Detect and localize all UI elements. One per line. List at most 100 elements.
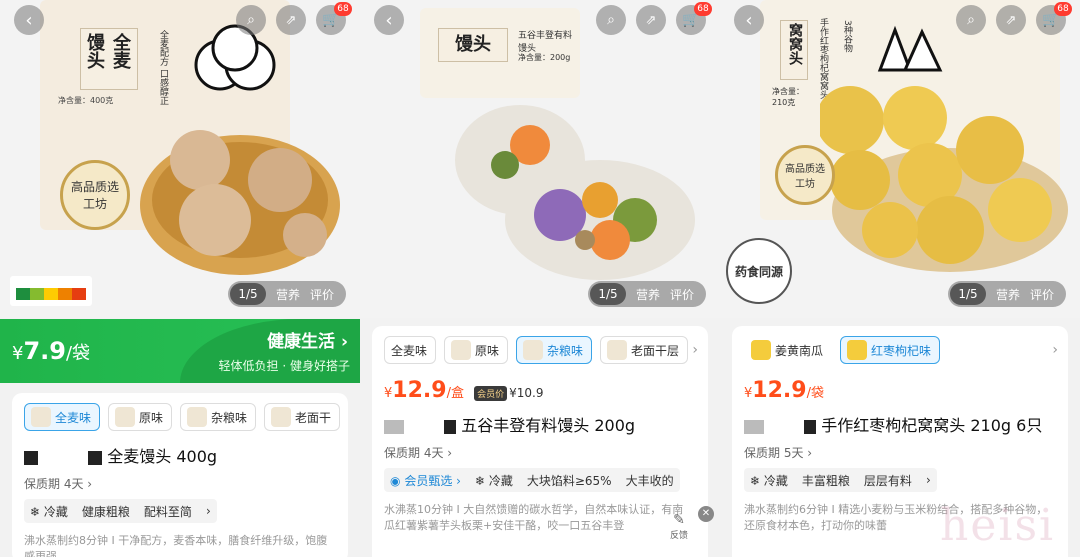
flavor-option[interactable]: 红枣枸杞味 [840, 336, 941, 364]
review-tab[interactable]: 评价 [670, 286, 694, 303]
product-title: 五谷丰登有料馒头 200g [384, 412, 635, 436]
package-title: 全麦馒头 [80, 28, 138, 90]
member-price: 会员价 ¥10.9 [474, 386, 543, 401]
snowflake-icon: ❄ [750, 473, 761, 488]
gallery-index: 1/5 [590, 283, 626, 305]
chevron-right-icon: › [447, 446, 453, 460]
flavor-thumb [523, 340, 544, 360]
product-panel-whole-wheat: 全麦馒头 全麦配方 口感醇正 净含量：400克 高品质选工坊 ‹ ⌕ ⇗ 🛒 6… [0, 0, 360, 557]
tag: 大丰收的 [625, 473, 674, 488]
redaction [744, 419, 764, 434]
flavor-option[interactable]: 原味 [444, 336, 509, 364]
redaction [444, 419, 457, 434]
flavor-option[interactable]: 老面干 [264, 403, 341, 431]
tag: 大块馅料≥65% [526, 473, 612, 488]
product-info-card: 全麦味 原味 杂粮味 老面干层 › ¥12.9/盒 会员价 ¥10.9 五谷丰登有… [372, 326, 708, 557]
flavor-option[interactable]: 老面干层 [600, 336, 689, 364]
flavor-thumb [847, 340, 868, 360]
product-panel-grain-bun: 馒头 五谷丰登有料馒头 净含量：200g ‹ ⌕ ⇗ 🛒 68 1/5 营养 评… [360, 0, 720, 557]
nutrition-tab[interactable]: 营养 [276, 286, 300, 303]
product-description: 沸水蒸制约8分钟 I 干净配方，麦香本味，膳食纤维升级，饱腹感更强 [24, 534, 328, 557]
feature-tags[interactable]: ◉ 会员甄选 › ❄ 冷藏 大块馅料≥65% 大丰收的 [384, 468, 680, 492]
shelf-life: 保质期 4天 › [24, 477, 93, 491]
watermark: heisi [940, 500, 1056, 551]
search-button[interactable]: ⌕ [236, 5, 266, 35]
package-note: 3种谷物 [842, 20, 852, 53]
chevron-left-icon: ‹ [385, 9, 393, 31]
chevron-right-icon[interactable]: › [692, 342, 698, 358]
back-button[interactable]: ‹ [374, 5, 404, 35]
feature-tags[interactable]: ❄ 冷藏 丰富粗粮 层层有料 › [744, 468, 937, 492]
nutrition-tab[interactable]: 营养 [996, 286, 1020, 303]
chevron-right-icon: › [807, 446, 813, 460]
share-button[interactable]: ⇗ [996, 5, 1026, 35]
search-button[interactable]: ⌕ [596, 5, 626, 35]
product-title: 手作红枣枸杞窝窝头 210g 6只 [744, 412, 1042, 436]
review-tab[interactable]: 评价 [310, 286, 334, 303]
gallery-pager[interactable]: 1/5 营养 评价 [228, 281, 346, 307]
pencil-icon: ✎ [673, 512, 685, 528]
product-info-card: 全麦味 原味 杂粮味 老面干 全麦馒头 400g 保质期 4天 › ❄ 冷藏 健… [12, 393, 348, 557]
chevron-left-icon: ‹ [25, 9, 33, 31]
back-button[interactable]: ‹ [14, 5, 44, 35]
cart-count-badge: 68 [334, 2, 352, 16]
flavor-thumb [751, 340, 771, 360]
review-tab[interactable]: 评价 [1030, 286, 1054, 303]
product-panel-wowotou: 窝窝头 手作红枣枸杞窝窝头 净含量：210克 3种谷物 高品质选工坊 药食同源 … [720, 0, 1080, 557]
close-feedback-icon[interactable]: ✕ [698, 506, 714, 522]
flavor-option[interactable]: 全麦味 [24, 403, 101, 431]
chevron-right-icon[interactable]: › [1052, 342, 1058, 358]
healthy-life-link[interactable]: 健康生活 › [267, 327, 348, 352]
package-title: 馒头 [438, 28, 508, 62]
member-icon: ◉ [390, 473, 401, 488]
flavor-option[interactable]: 全麦味 [384, 336, 437, 364]
price: ¥12.9/袋 [744, 378, 824, 403]
package-weight: 净含量：200g [518, 53, 571, 62]
feedback-button[interactable]: ✎ 反馈 [664, 512, 694, 541]
chevron-left-icon: ‹ [745, 9, 753, 31]
nutrition-tab[interactable]: 营养 [636, 286, 660, 303]
bun-cross-section-image [455, 105, 695, 280]
flavor-option[interactable]: 杂粮味 [180, 403, 257, 431]
snowflake-icon: ❄ [30, 504, 41, 519]
flavor-thumb [607, 340, 628, 360]
flavor-option[interactable]: 姜黄南瓜 [744, 336, 833, 364]
banner-subtitle: 轻体低负担 · 健身好搭子 [218, 359, 350, 373]
share-icon: ⇗ [285, 12, 297, 28]
snowflake-icon: ❄ [474, 473, 486, 488]
price: ¥7.9/袋 [12, 337, 91, 365]
tag: 丰富粗粮 [801, 473, 850, 488]
search-button[interactable]: ⌕ [956, 5, 986, 35]
gallery-pager[interactable]: 1/5 营养 评价 [948, 281, 1066, 307]
feature-tags[interactable]: ❄ 冷藏 健康粗粮 配料至简 › [24, 499, 217, 523]
medicine-food-stamp: 药食同源 [726, 238, 792, 304]
gallery-pager[interactable]: 1/5 营养 评价 [588, 281, 706, 307]
chevron-right-icon: › [87, 477, 93, 491]
flavor-option[interactable]: 原味 [108, 403, 173, 431]
nutri-score-badge [10, 276, 92, 306]
flavor-thumb [451, 340, 472, 360]
back-button[interactable]: ‹ [734, 5, 764, 35]
product-gallery[interactable]: 窝窝头 手作红枣枸杞窝窝头 净含量：210克 3种谷物 高品质选工坊 药食同源 … [720, 0, 1080, 318]
flavor-thumb [115, 407, 136, 427]
product-gallery[interactable]: 全麦馒头 全麦配方 口感醇正 净含量：400克 高品质选工坊 ‹ ⌕ ⇗ 🛒 6… [0, 0, 360, 318]
quality-seal: 高品质选工坊 [60, 160, 130, 230]
price-banner: ¥7.9/袋 健康生活 › 轻体低负担 · 健身好搭子 [0, 319, 360, 383]
share-button[interactable]: ⇗ [636, 5, 666, 35]
cart-count-badge: 68 [694, 2, 712, 16]
product-gallery[interactable]: 馒头 五谷丰登有料馒头 净含量：200g ‹ ⌕ ⇗ 🛒 68 1/5 营养 评… [360, 0, 720, 318]
quality-seal: 高品质选工坊 [775, 145, 835, 205]
tag-cold: ❄ 冷藏 [750, 473, 788, 488]
flavor-option[interactable]: 杂粮味 [516, 336, 593, 364]
redaction [804, 419, 817, 434]
tag: 配料至简 [143, 504, 192, 519]
flavor-thumb [271, 407, 292, 427]
tag-member: ◉ 会员甄选 › [390, 473, 461, 488]
shelf-life: 保质期 5天 › [744, 446, 813, 460]
tag: 层层有料 [863, 473, 912, 488]
share-button[interactable]: ⇗ [276, 5, 306, 35]
flavor-selector: 姜黄南瓜 红枣枸杞味 [744, 336, 941, 364]
product-title: 全麦馒头 400g [24, 443, 217, 467]
tag-cold: ❄ 冷藏 [474, 473, 513, 488]
chevron-right-icon: › [205, 504, 211, 518]
